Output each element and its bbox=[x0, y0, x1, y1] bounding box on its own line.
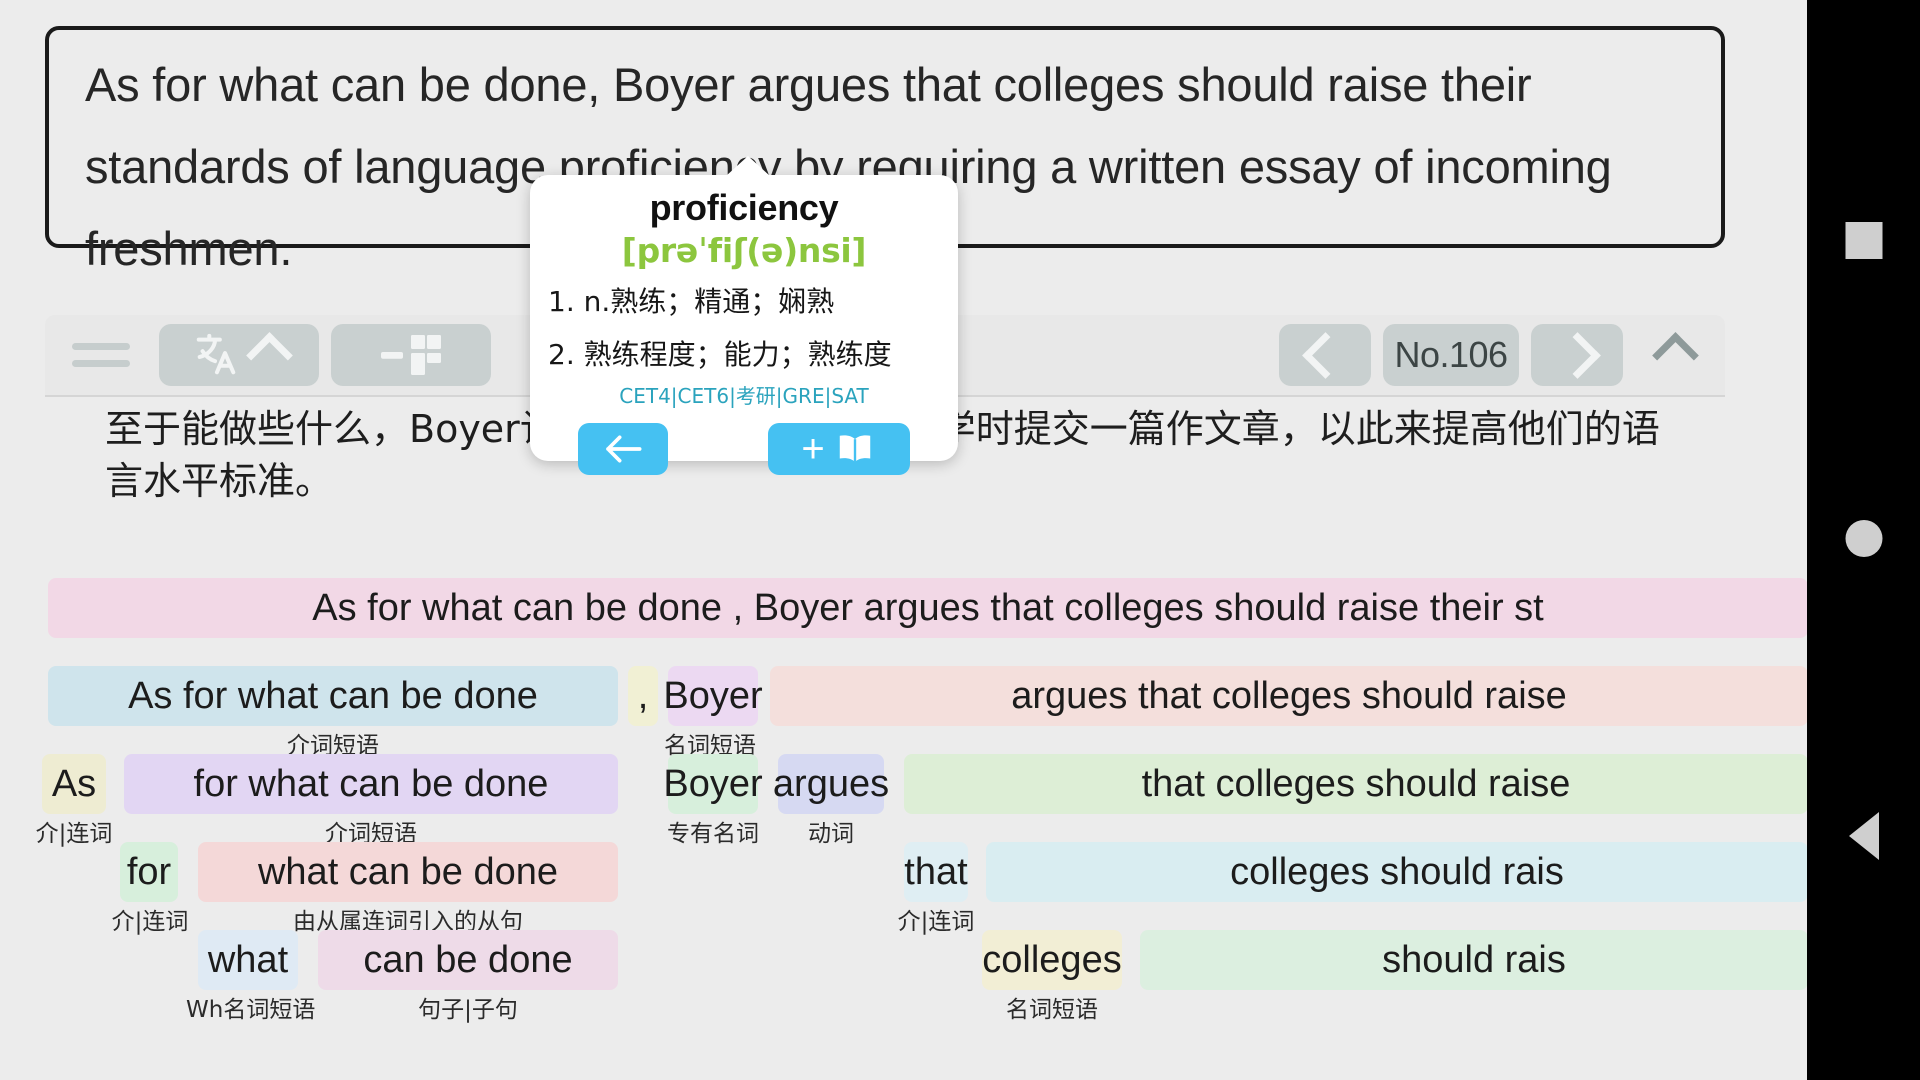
chevron-right-icon bbox=[1553, 331, 1601, 379]
chevron-up-icon bbox=[1651, 331, 1699, 379]
tree-chip-row: what can be done colleges should rais bbox=[0, 930, 1808, 990]
tree-chip-row: As for what can be done, Boyer argues that… bbox=[0, 666, 1808, 726]
structure-button[interactable] bbox=[331, 324, 491, 386]
translate-button[interactable] bbox=[159, 324, 319, 386]
tree-chip[interactable]: for bbox=[120, 842, 178, 902]
popup-word: proficiency bbox=[649, 187, 839, 228]
prev-sentence-button[interactable] bbox=[1279, 324, 1371, 386]
tree-chip[interactable]: what bbox=[198, 930, 298, 990]
tree-label-row: Wh名词短语 句子|子句 名词短语 bbox=[0, 990, 1807, 1023]
tree-row: what can be done colleges should rais Wh名词短语… bbox=[0, 930, 1808, 1023]
plus-icon: + bbox=[801, 427, 825, 471]
tree-chip[interactable]: Boyer bbox=[663, 666, 763, 726]
tree-row: As for what can be done, Boyer argues that… bbox=[0, 666, 1808, 759]
tree-chip[interactable]: As for what can be done , Boyer argues t… bbox=[48, 578, 1808, 638]
home-circle-icon[interactable] bbox=[1845, 520, 1882, 557]
tree-chip-row: for what can be done that colleges should r… bbox=[0, 842, 1808, 902]
chevron-up-icon bbox=[245, 331, 293, 379]
tree-node-label: 名词短语 bbox=[1006, 997, 1098, 1023]
tree-row: for what can be done that colleges should r… bbox=[0, 842, 1808, 935]
android-navigation-bar bbox=[1807, 0, 1920, 1080]
main-content: As for what can be done, Boyer argues th… bbox=[0, 0, 1808, 1080]
tree-chip[interactable]: argues bbox=[773, 754, 889, 814]
collapse-button[interactable] bbox=[1635, 324, 1715, 386]
tree-node-label: Wh名词短语 bbox=[186, 997, 316, 1023]
tree-chip-row: As for what can be done Boyer argues that co… bbox=[0, 754, 1808, 814]
popup-actions: + bbox=[530, 423, 958, 475]
chevron-left-icon bbox=[1301, 331, 1349, 379]
tree-label-row: 介|连词 介词短语 专有名词 动词 bbox=[0, 814, 1807, 847]
tree-chip[interactable]: colleges bbox=[982, 930, 1122, 990]
syntax-tree: As for what can be done , Boyer argues t… bbox=[0, 578, 1808, 1023]
stop-square-icon[interactable] bbox=[1845, 222, 1882, 259]
sentence-structure-icon bbox=[381, 335, 441, 375]
popup-definition: 1. n.熟练；精通；娴熟 bbox=[548, 285, 835, 318]
popup-definition: 2. 熟练程度；能力；熟练度 bbox=[548, 338, 892, 371]
tree-chip[interactable]: that colleges should raise bbox=[904, 754, 1808, 814]
tree-chip[interactable]: As bbox=[42, 754, 106, 814]
tree-chip[interactable]: , bbox=[628, 666, 658, 726]
tree-label-row bbox=[0, 638, 1807, 666]
translate-icon bbox=[196, 333, 235, 375]
sentence-index-label[interactable]: No.106 bbox=[1383, 324, 1519, 386]
back-triangle-icon[interactable] bbox=[1848, 812, 1879, 860]
popup-add-to-wordbook-button[interactable]: + bbox=[768, 423, 910, 475]
tree-chip-row: As for what can be done , Boyer argues t… bbox=[0, 578, 1808, 638]
dictionary-popup: proficiency [prəˈfiʃ(ə)nsi] 1. n.熟练；精通；娴… bbox=[530, 156, 958, 475]
tree-label-row: 介|连词 由从属连词引入的从句 介|连词 bbox=[0, 902, 1807, 935]
tree-chip[interactable]: for what can be done bbox=[124, 754, 618, 814]
popup-phonetic[interactable]: [prəˈfiʃ(ə)nsi] bbox=[530, 231, 958, 270]
tree-row: As for what can be done , Boyer argues t… bbox=[0, 578, 1808, 666]
arrow-left-icon bbox=[606, 435, 642, 463]
menu-button[interactable] bbox=[55, 324, 147, 386]
next-sentence-button[interactable] bbox=[1531, 324, 1623, 386]
tree-chip[interactable]: Boyer bbox=[663, 754, 763, 814]
popup-pointer bbox=[726, 156, 770, 176]
tree-chip[interactable]: As for what can be done bbox=[48, 666, 618, 726]
tree-chip[interactable]: can be done bbox=[318, 930, 618, 990]
popup-back-button[interactable] bbox=[578, 423, 668, 475]
tree-chip[interactable]: that bbox=[904, 842, 968, 902]
tree-chip[interactable]: colleges should rais bbox=[986, 842, 1808, 902]
tree-chip[interactable]: argues that colleges should raise bbox=[770, 666, 1808, 726]
hamburger-menu-icon bbox=[72, 343, 130, 367]
tree-chip[interactable]: what can be done bbox=[198, 842, 618, 902]
tree-node-label: 句子|子句 bbox=[418, 997, 518, 1023]
book-icon bbox=[839, 435, 870, 462]
app-screen: As for what can be done, Boyer argues th… bbox=[0, 0, 1920, 1080]
tree-label-row: 介词短语 名词短语 bbox=[0, 726, 1807, 759]
tree-chip[interactable]: should rais bbox=[1140, 930, 1808, 990]
tree-row: As for what can be done Boyer argues that co… bbox=[0, 754, 1808, 847]
popup-exam-tags: CET4|CET6|考研|GRE|SAT bbox=[619, 384, 869, 408]
